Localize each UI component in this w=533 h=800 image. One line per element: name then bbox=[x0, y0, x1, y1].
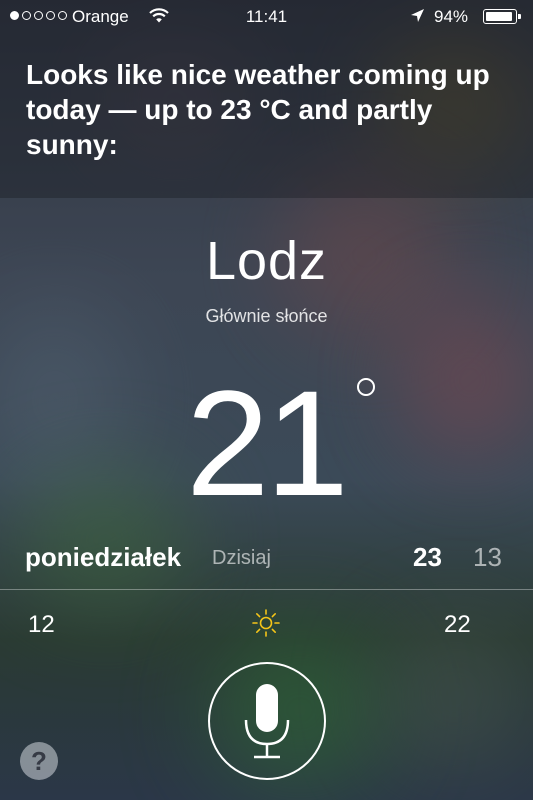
hourly-forecast-row: 12 22 bbox=[0, 608, 533, 644]
hourly-value-left: 12 bbox=[28, 611, 55, 638]
high-temperature: 23 bbox=[413, 542, 442, 572]
current-temperature: 21 bbox=[186, 359, 349, 527]
hourly-value-right: 22 bbox=[444, 611, 471, 638]
degree-symbol bbox=[357, 378, 375, 396]
today-label: Dzisiaj bbox=[212, 547, 271, 569]
siri-microphone-button[interactable] bbox=[208, 662, 326, 780]
low-temperature: 13 bbox=[473, 542, 502, 572]
battery-icon bbox=[483, 9, 521, 24]
siri-response-text: Looks like nice weather coming up today … bbox=[26, 59, 490, 160]
battery-percentage: 94% bbox=[434, 7, 469, 26]
location-arrow-icon bbox=[410, 8, 425, 28]
forecast-day-row: poniedziałek Dzisiaj 23 13 bbox=[0, 540, 533, 580]
weekday-label: poniedziałek bbox=[25, 542, 182, 572]
status-bar: Orange 11:41 94% bbox=[0, 0, 533, 34]
divider bbox=[0, 589, 533, 590]
sun-icon bbox=[251, 608, 281, 645]
help-button[interactable]: ? bbox=[20, 742, 58, 780]
city-name: Lodz bbox=[205, 231, 328, 291]
weather-condition: Głównie słońce bbox=[205, 306, 328, 326]
microphone-icon bbox=[244, 684, 290, 759]
